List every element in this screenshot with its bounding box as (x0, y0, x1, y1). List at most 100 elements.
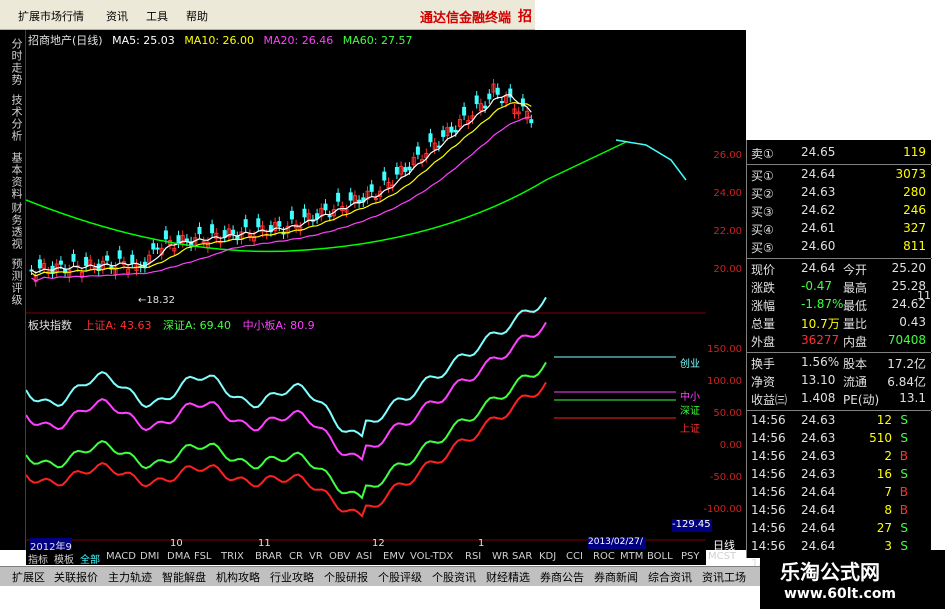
indicator-tab[interactable]: CCI (566, 551, 583, 562)
tick-side: B (899, 449, 908, 463)
indicator-tab[interactable]: WR (492, 551, 509, 562)
axis-50: 50.00 (713, 408, 742, 419)
tick-price: 24.64 (801, 485, 836, 499)
indicator-tab[interactable]: ROC (593, 551, 615, 562)
kline-header: 招商地产(日线) MA5: 25.03 MA10: 26.00 MA20: 26… (28, 32, 412, 48)
tab-fundamentals[interactable]: 基本资料 (4, 152, 23, 200)
tick-volume: 2 (884, 449, 892, 463)
menu-tools[interactable]: 工具 (146, 8, 168, 24)
watermark-url: www.60lt.com (784, 586, 897, 602)
indicator-tab[interactable]: SAR (512, 551, 532, 562)
end-label-sh: 上证 (680, 424, 700, 435)
bid-label: 买① (751, 169, 774, 183)
tick-time: 14:56 (751, 485, 786, 499)
bid-volume: 811 (903, 239, 926, 253)
candle-body (462, 106, 467, 116)
tick-volume: 7 (884, 485, 892, 499)
indicator-tab[interactable]: MACD (106, 551, 136, 562)
tick-row: 14:56 24.63 16 S (747, 466, 932, 484)
stat-value-2: 25.20 (891, 261, 926, 275)
indicator-tab[interactable]: BOLL (647, 551, 673, 562)
indicator-tab[interactable]: ASI (356, 551, 372, 562)
indicator-tab[interactable]: TRIX (221, 551, 244, 562)
low-marker: ←18.32 (138, 295, 176, 306)
stat-value-2: 0.43 (899, 315, 926, 329)
candle-body (394, 166, 399, 175)
stat-key-2: 内盘 (843, 335, 868, 349)
quote-divider (747, 352, 932, 353)
indicator-tab[interactable]: CR (289, 551, 303, 562)
indicator-tab[interactable]: BRAR (255, 551, 282, 562)
bottom-tab[interactable]: 综合资讯 (648, 569, 692, 585)
candle-body (210, 224, 215, 234)
bottom-tab[interactable]: 智能解盘 (162, 569, 206, 585)
menu-extended-market[interactable]: 扩展市场行情 (18, 8, 84, 24)
stat2-value: 1.56% (801, 355, 840, 369)
bottom-tab[interactable]: 关联报价 (54, 569, 98, 585)
index-value: -129.45 (672, 519, 712, 532)
sme-index-line (26, 321, 547, 462)
tick-price: 24.63 (801, 431, 836, 445)
indicator-tab[interactable]: DMI (140, 551, 159, 562)
indicator-tab[interactable]: 全部 (80, 551, 100, 566)
bid-price: 24.61 (801, 221, 836, 235)
candle-body (37, 259, 42, 269)
bottom-tab[interactable]: 行业攻略 (270, 569, 314, 585)
bid-row: 买④ 24.61 327 (747, 220, 932, 238)
bottom-tab[interactable]: 个股资讯 (432, 569, 476, 585)
stat-key-2: 最高 (843, 281, 868, 295)
bottom-tab[interactable]: 个股评级 (378, 569, 422, 585)
indicator-tab[interactable]: VOL-TDX (410, 551, 453, 562)
indicator-tab[interactable]: MCST (708, 551, 736, 562)
candle-body (163, 230, 168, 240)
bottom-tab[interactable]: 财经精选 (486, 569, 530, 585)
stat2-key-2: 股本 (843, 357, 868, 371)
tick-side: S (900, 413, 908, 427)
bottom-tab[interactable]: 资讯工场 (702, 569, 746, 585)
indicator-tab-bar: 指标 模板 全部 MACD DMI DMA FSL TRIX BRAR CR VR OBV ASI EMV… (26, 550, 736, 566)
tick-row: 14:56 24.64 27 S (747, 520, 932, 538)
stock-title: 招商地产(日线) (28, 34, 103, 47)
bid-row: 买① 24.64 3073 (747, 166, 932, 184)
menu-help[interactable]: 帮助 (186, 8, 208, 24)
indicator-tab[interactable]: PSY (681, 551, 700, 562)
ma60-label: MA60: 27.57 (342, 34, 413, 47)
tab-rating[interactable]: 预测评级 (4, 258, 23, 306)
bottom-tab[interactable]: 机构攻略 (216, 569, 260, 585)
bid-price: 24.64 (801, 167, 836, 181)
tick-time: 14:56 (751, 431, 786, 445)
bottom-tab[interactable]: 券商公告 (540, 569, 584, 585)
indicator-tab[interactable]: DMA (167, 551, 190, 562)
indicator-tab[interactable]: MTM (620, 551, 643, 562)
bottom-tab[interactable]: 券商新闻 (594, 569, 638, 585)
indicator-tab[interactable]: FSL (194, 551, 212, 562)
end-label-cy: 创业 (680, 359, 700, 370)
bottom-tab[interactable]: 个股研报 (324, 569, 368, 585)
x-axis-label-4: 1 (478, 538, 485, 549)
tick-row: 14:56 24.63 12 S (747, 412, 932, 430)
indicator-tab[interactable]: 指标 (28, 551, 48, 566)
indicator-tab[interactable]: 模板 (54, 551, 74, 566)
indicator-tab[interactable]: EMV (383, 551, 405, 562)
indicator-tab[interactable]: KDJ (539, 551, 556, 562)
menu-news[interactable]: 资讯 (106, 8, 128, 24)
candle-body (407, 166, 412, 171)
end-label-sz: 深证 (680, 406, 700, 417)
chart-canvas (26, 79, 706, 541)
bottom-tab[interactable]: 扩展区 (12, 569, 45, 585)
bottom-tab[interactable]: 主力轨迹 (108, 569, 152, 585)
ma5-label: MA5: 25.03 (112, 34, 175, 47)
tab-financials[interactable]: 财务透视 (4, 202, 23, 250)
candle-body (449, 126, 454, 133)
stat-key-2: 最低 (843, 299, 868, 313)
tab-intraday[interactable]: 分时走势 (4, 38, 23, 86)
stat-key: 涨跌 (751, 281, 776, 295)
candle-body (382, 171, 387, 181)
indicator-tab[interactable]: OBV (329, 551, 350, 562)
tab-technical[interactable]: 技术分析 (4, 94, 23, 142)
indicator-tab[interactable]: VR (309, 551, 323, 562)
stat2-value: 13.10 (801, 373, 836, 387)
bid-price: 24.62 (801, 203, 836, 217)
indicator-tab[interactable]: RSI (465, 551, 481, 562)
chart-area[interactable]: 招商地产(日线) MA5: 25.03 MA10: 26.00 MA20: 26… (26, 30, 706, 553)
